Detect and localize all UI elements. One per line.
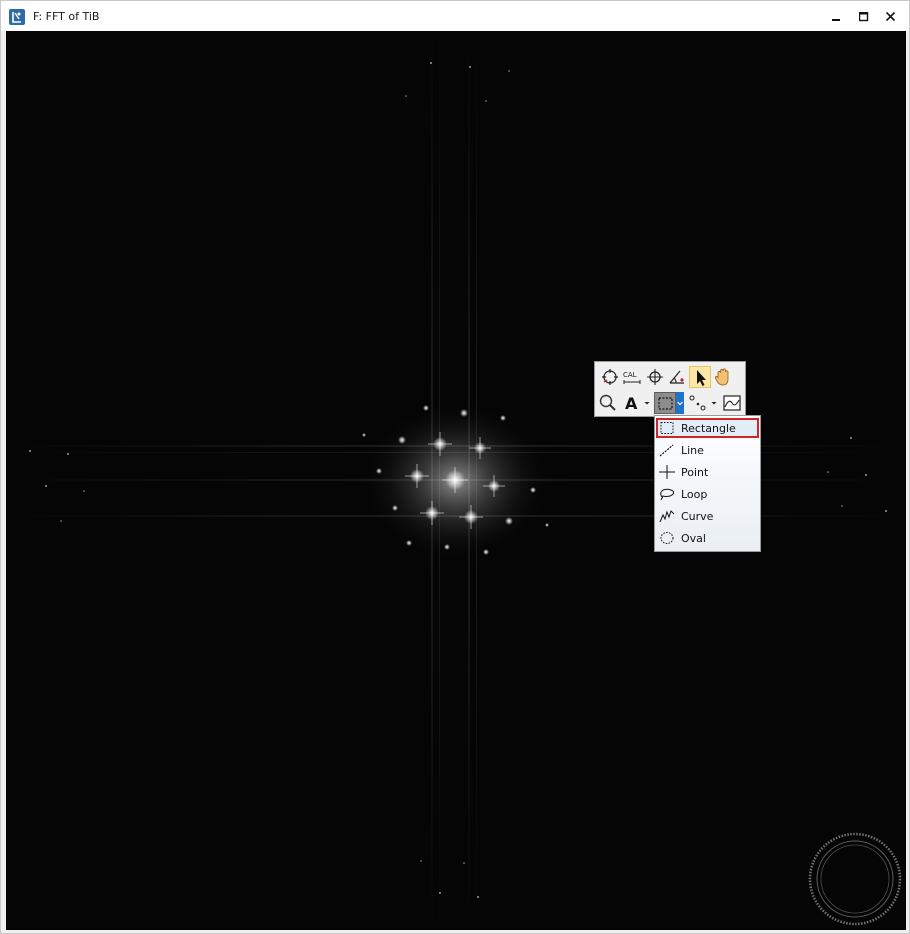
rectangle-icon: [660, 422, 674, 434]
menu-item-label: Rectangle: [681, 422, 736, 435]
roi-dropdown[interactable]: [676, 392, 684, 414]
zoom-icon: [599, 394, 616, 411]
menu-item-curve[interactable]: Curve: [656, 506, 759, 526]
watermark-seal: [808, 832, 902, 926]
close-icon: [886, 12, 896, 22]
title-bar[interactable]: F: FFT of TiB: [1, 1, 909, 31]
chevron-down-icon: [677, 401, 683, 406]
menu-item-oval[interactable]: Oval: [656, 528, 759, 548]
image-canvas[interactable]: [6, 31, 906, 930]
calibrate-icon: [602, 369, 618, 385]
scale-bar-icon: CAL: [623, 371, 641, 384]
calibrate-button[interactable]: [599, 366, 621, 388]
svg-text:CAL: CAL: [623, 371, 637, 379]
scale-bar-button[interactable]: CAL: [621, 366, 643, 388]
menu-item-loop[interactable]: Loop: [656, 484, 759, 504]
minimize-button[interactable]: [824, 7, 850, 27]
hand-button[interactable]: [712, 366, 734, 388]
maximize-icon: [859, 12, 869, 22]
text-button[interactable]: A: [621, 392, 643, 414]
rectangle-roi-icon: [658, 397, 673, 410]
line-icon: [659, 444, 674, 457]
oval-icon: [660, 532, 674, 544]
text-dropdown[interactable]: [643, 392, 651, 414]
tools-palette: CAL A: [594, 361, 746, 417]
window-title: F: FFT of TiB: [33, 10, 100, 23]
maximize-button[interactable]: [851, 7, 877, 27]
loop-icon: [660, 488, 675, 501]
minimize-icon: [832, 19, 840, 21]
curve-icon: [659, 510, 675, 523]
chevron-down-icon: [644, 402, 650, 405]
image-window: F: FFT of TiB CAL A Rectangle Line Point…: [0, 0, 910, 934]
fft-diffraction-pattern: [6, 31, 906, 930]
fft-app-icon: [9, 9, 25, 25]
menu-item-label: Oval: [681, 532, 706, 545]
menu-item-label: Point: [681, 466, 709, 479]
chevron-down-icon: [711, 402, 717, 405]
menu-item-label: Loop: [681, 488, 708, 501]
text-icon: A: [625, 394, 638, 413]
angle-icon: [669, 370, 684, 384]
point-dropdown[interactable]: [710, 392, 718, 414]
point-icon: [659, 465, 675, 479]
point-pattern-button[interactable]: [687, 392, 709, 414]
close-button[interactable]: [878, 7, 904, 27]
pointer-button[interactable]: [689, 366, 711, 388]
crosshair-icon: [647, 369, 663, 385]
pointer-icon: [697, 370, 706, 386]
menu-item-label: Line: [681, 444, 704, 457]
menu-item-label: Curve: [681, 510, 714, 523]
angle-button[interactable]: [666, 366, 688, 388]
menu-item-point[interactable]: Point: [656, 462, 759, 482]
profile-icon: [723, 395, 741, 411]
svg-text:A: A: [625, 394, 638, 413]
menu-item-rectangle[interactable]: Rectangle: [656, 418, 759, 438]
menu-item-line[interactable]: Line: [656, 440, 759, 460]
point-pattern-icon: [689, 395, 706, 411]
rectangle-roi-button[interactable]: [654, 392, 676, 414]
roi-type-menu: Rectangle Line Point Loop Curve Oval: [654, 415, 761, 552]
crosshair-button[interactable]: [644, 366, 666, 388]
zoom-button[interactable]: [597, 392, 619, 414]
hand-icon: [714, 368, 729, 386]
profile-button[interactable]: [721, 392, 743, 414]
